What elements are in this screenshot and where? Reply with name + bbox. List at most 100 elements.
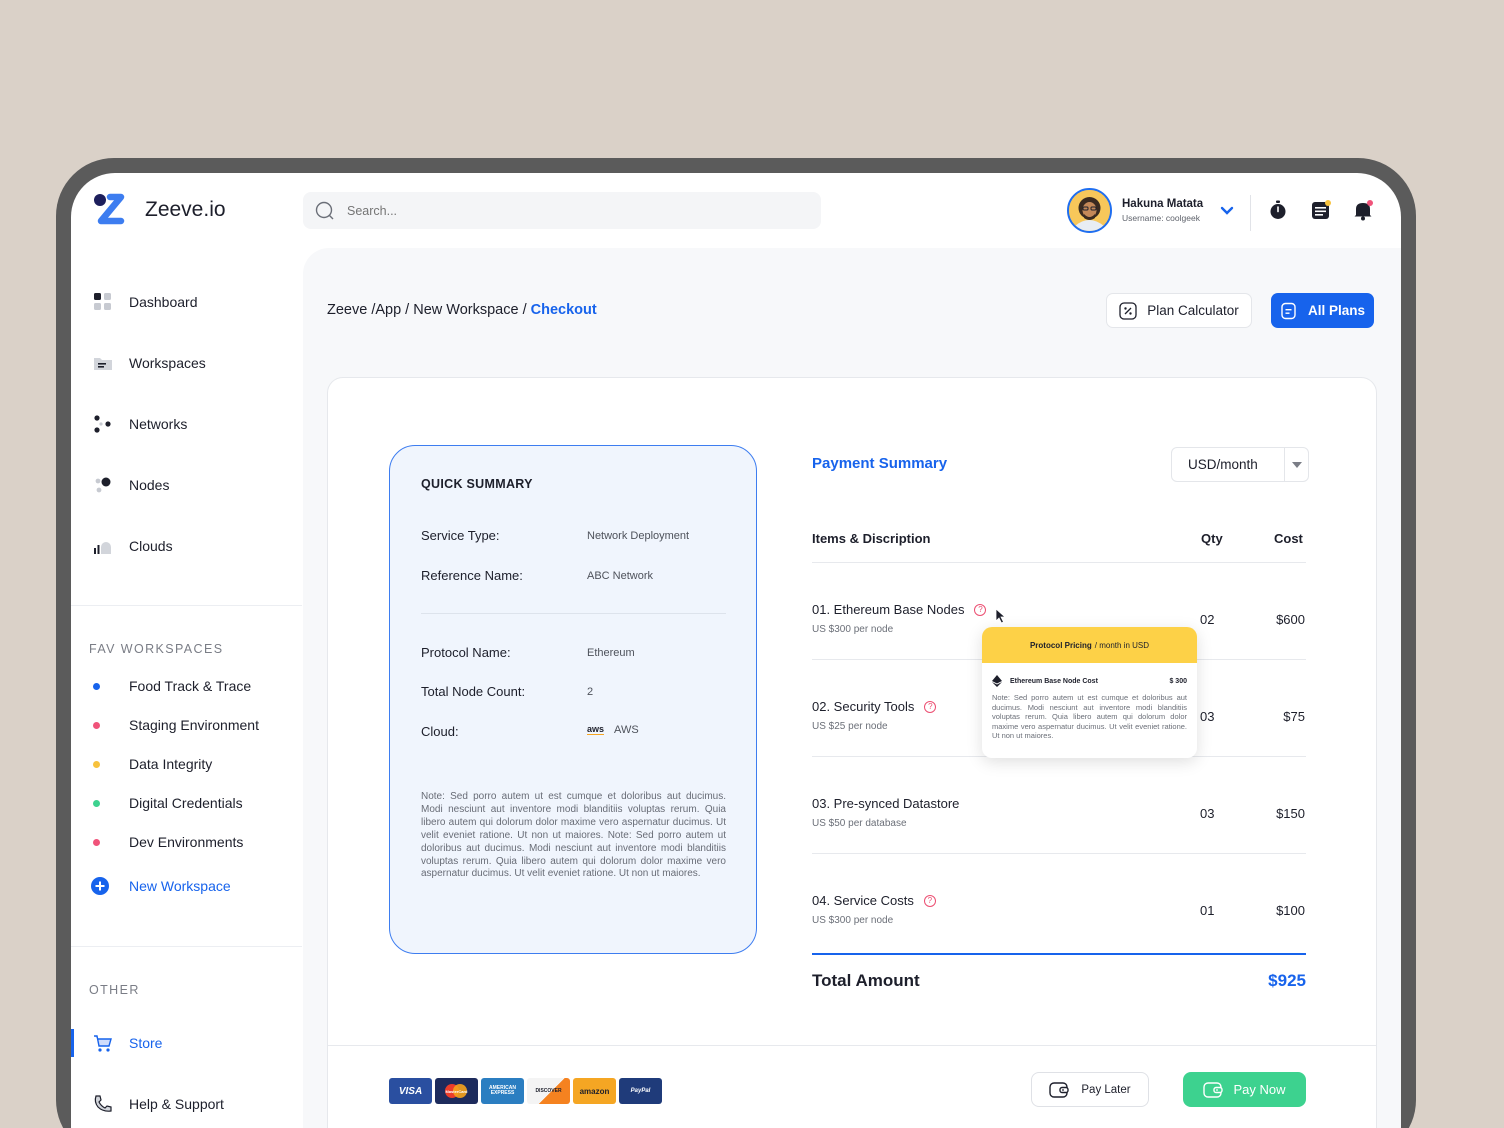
aws-logo-icon: aws — [587, 724, 605, 735]
line-item-name: 04. Service Costs ? — [812, 893, 936, 908]
sidebar-item-label: Clouds — [129, 538, 173, 554]
chevron-down-icon[interactable] — [1219, 203, 1235, 219]
node-count-label: Total Node Count: — [421, 684, 526, 699]
line-item-qty: 01 — [1200, 903, 1215, 918]
total-amount-label: Total Amount — [812, 971, 920, 990]
summary-divider — [421, 613, 726, 614]
currency-select[interactable]: USD/month — [1171, 447, 1309, 482]
ethereum-icon — [992, 675, 1002, 687]
line-item-name: 03. Pre-synced Datastore — [812, 796, 959, 811]
quick-summary-panel: QUICK SUMMARY Service Type: Network Depl… — [389, 445, 757, 954]
sidebar-item-dashboard[interactable]: Dashboard — [93, 292, 198, 312]
sidebar-divider — [71, 946, 302, 947]
plan-calculator-button[interactable]: Plan Calculator — [1106, 293, 1252, 328]
brand-name: Zeeve.io — [145, 198, 226, 221]
fav-workspace-item[interactable]: Digital Credentials — [93, 795, 243, 811]
table-divider — [812, 562, 1306, 563]
new-workspace-label: New Workspace — [129, 878, 231, 894]
user-username: Username: coolgeek — [1122, 213, 1200, 223]
pay-now-button[interactable]: Pay Now — [1183, 1072, 1306, 1107]
tooltip-title: Protocol Pricing — [1029, 640, 1092, 650]
bell-icon[interactable] — [1352, 199, 1374, 221]
sidebar-item-label: Nodes — [129, 477, 170, 493]
line-item-cost: $150 — [1276, 806, 1305, 821]
fav-workspace-item[interactable]: Data Integrity — [93, 756, 212, 772]
search-bar[interactable] — [303, 192, 821, 229]
sidebar-item-store[interactable]: Store — [93, 1033, 162, 1053]
document-icon — [1280, 302, 1298, 320]
sidebar-item-networks[interactable]: Networks — [93, 414, 187, 434]
zeeve-logo-icon — [93, 193, 127, 227]
amex-card-icon: AMERICAN EXPRESS — [481, 1078, 524, 1104]
tooltip-header: Protocol Pricing / month in USD — [982, 627, 1197, 663]
plus-circle-icon — [91, 877, 109, 895]
sidebar-item-workspaces[interactable]: Workspaces — [93, 353, 206, 373]
items-column-header: Items & Discription — [812, 531, 931, 546]
help-icon[interactable]: ? — [924, 700, 937, 713]
mastercard-label: MasterCard — [445, 1088, 468, 1094]
line-item-label: 04. Service Costs — [812, 893, 914, 908]
all-plans-button[interactable]: All Plans — [1271, 293, 1374, 328]
pay-later-label: Pay Later — [1081, 1083, 1131, 1096]
fav-workspace-label: Food Track & Trace — [129, 678, 252, 694]
new-workspace-button[interactable]: New Workspace — [91, 877, 231, 895]
pay-later-button[interactable]: Pay Later — [1031, 1072, 1149, 1107]
sidebar-item-label: Help & Support — [129, 1096, 224, 1112]
fav-workspaces-heading: FAV WORKSPACES — [89, 642, 224, 656]
user-menu[interactable]: Hakuna Matata Username: coolgeek — [1067, 188, 1235, 233]
select-divider — [1284, 448, 1285, 481]
line-item-cost: $100 — [1276, 903, 1305, 918]
line-item-name: 01. Ethereum Base Nodes ? — [812, 602, 987, 617]
sidebar-divider — [71, 605, 302, 606]
line-item-label: 02. Security Tools — [812, 699, 915, 714]
fav-workspace-item[interactable]: Staging Environment — [93, 717, 259, 733]
currency-value: USD/month — [1188, 457, 1258, 472]
cloud-label: Cloud: — [421, 724, 459, 739]
mastercard-icon: MasterCard — [435, 1078, 478, 1104]
help-icon[interactable]: ? — [923, 894, 936, 907]
help-icon[interactable]: ? — [974, 603, 987, 616]
total-amount-value: $925 — [1268, 971, 1306, 990]
sidebar-item-nodes[interactable]: Nodes — [93, 475, 169, 495]
cost-column-header: Cost — [1274, 531, 1303, 546]
line-item-qty: 02 — [1200, 612, 1215, 627]
line-item-rate: US $50 per database — [812, 818, 907, 829]
tooltip-row-label: Ethereum Base Node Cost — [1010, 677, 1098, 685]
brand-logo[interactable]: Zeeve.io — [93, 193, 226, 227]
fav-workspace-item[interactable]: Food Track & Trace — [93, 678, 251, 694]
breadcrumb-path[interactable]: Zeeve /App / New Workspace / — [327, 302, 527, 318]
total-divider — [812, 953, 1306, 955]
folder-icon — [93, 353, 113, 373]
topbar-divider — [1250, 195, 1251, 231]
card-footer-divider — [328, 1045, 1376, 1046]
status-dot — [93, 760, 100, 768]
sidebar-item-clouds[interactable]: Clouds — [93, 536, 173, 556]
search-input[interactable] — [347, 203, 747, 218]
timer-icon[interactable] — [1267, 199, 1289, 221]
calendar-list-icon[interactable] — [1310, 199, 1332, 221]
avatar — [1067, 188, 1112, 233]
cloud-value: aws AWS — [587, 724, 639, 736]
main-content: Zeeve /App / New Workspace / Checkout Pl… — [303, 248, 1401, 1128]
network-icon — [93, 414, 113, 434]
plan-calculator-label: Plan Calculator — [1147, 303, 1239, 318]
table-divider — [812, 853, 1306, 854]
breadcrumb-current: Checkout — [530, 302, 597, 318]
sidebar-item-label: Dashboard — [129, 294, 198, 310]
other-heading: OTHER — [89, 983, 140, 997]
reference-name-value: ABC Network — [587, 570, 654, 582]
pricing-tooltip: Protocol Pricing / month in USD Ethereum… — [982, 627, 1197, 758]
tooltip-row: Ethereum Base Node Cost $ 300 — [982, 663, 1197, 687]
status-dot — [93, 682, 100, 690]
line-item-label: 03. Pre-synced Datastore — [812, 796, 960, 811]
checkout-card: QUICK SUMMARY Service Type: Network Depl… — [327, 377, 1377, 1128]
fav-workspace-label: Data Integrity — [129, 756, 213, 772]
sidebar-item-label: Workspaces — [129, 355, 206, 371]
line-item-cost: $75 — [1283, 709, 1305, 724]
sidebar-item-help[interactable]: Help & Support — [93, 1094, 224, 1114]
tooltip-row-value: $ 300 — [1169, 677, 1187, 685]
fav-workspace-item[interactable]: Dev Environments — [93, 834, 243, 850]
caret-down-icon — [1292, 462, 1302, 468]
sidebar-item-label: Networks — [129, 416, 188, 432]
qty-column-header: Qty — [1201, 531, 1223, 546]
